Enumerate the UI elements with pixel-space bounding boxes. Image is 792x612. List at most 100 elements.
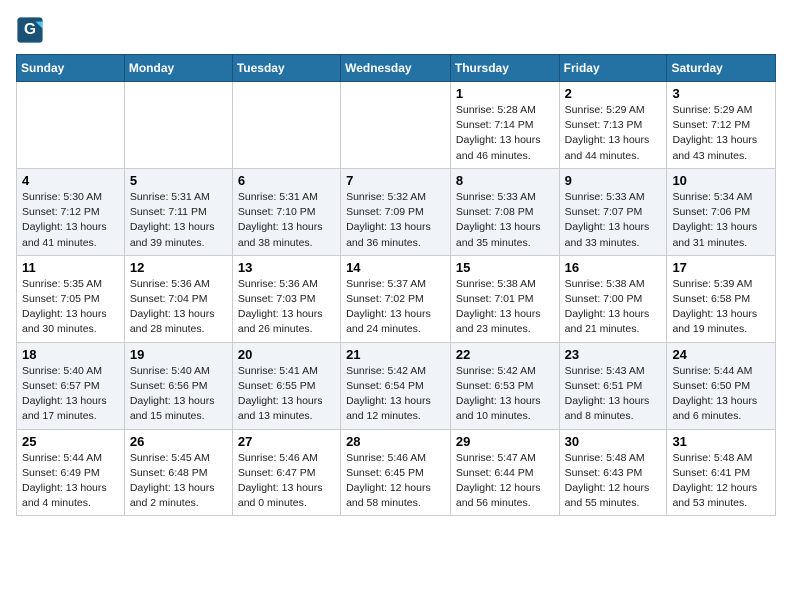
day-number: 11 — [22, 260, 119, 275]
day-detail: Sunrise: 5:31 AM Sunset: 7:11 PM Dayligh… — [130, 190, 227, 251]
day-detail: Sunrise: 5:47 AM Sunset: 6:44 PM Dayligh… — [456, 451, 554, 512]
day-cell-23: 23Sunrise: 5:43 AM Sunset: 6:51 PM Dayli… — [559, 342, 667, 429]
day-detail: Sunrise: 5:32 AM Sunset: 7:09 PM Dayligh… — [346, 190, 445, 251]
day-detail: Sunrise: 5:39 AM Sunset: 6:58 PM Dayligh… — [672, 277, 770, 338]
week-row-3: 11 Sunrise: 5:35 AM Sunset: 7:05 PM Dayli… — [17, 255, 776, 342]
week-row-4: 18Sunrise: 5:40 AM Sunset: 6:57 PM Dayli… — [17, 342, 776, 429]
week-row-1: 1Sunrise: 5:28 AM Sunset: 7:14 PM Daylig… — [17, 82, 776, 169]
day-detail: Sunrise: 5:29 AM Sunset: 7:12 PM Dayligh… — [672, 103, 770, 164]
day-number: 18 — [22, 347, 119, 362]
weekday-header-wednesday: Wednesday — [341, 55, 451, 82]
day-number: 13 — [238, 260, 335, 275]
week-row-5: 25 Sunrise: 5:44 AM Sunset: 6:49 PM Dayli… — [17, 429, 776, 516]
day-cell-11: 11 Sunrise: 5:35 AM Sunset: 7:05 PM Dayli… — [17, 255, 125, 342]
day-detail: Sunrise: 5:48 AM Sunset: 6:43 PM Dayligh… — [565, 451, 662, 512]
day-cell-9: 9 Sunrise: 5:33 AM Sunset: 7:07 PM Daylig… — [559, 168, 667, 255]
day-number: 27 — [238, 434, 335, 449]
day-number: 17 — [672, 260, 770, 275]
day-cell-14: 14 Sunrise: 5:37 AM Sunset: 7:02 PM Dayli… — [341, 255, 451, 342]
day-number: 4 — [22, 173, 119, 188]
day-cell-7: 7 Sunrise: 5:32 AM Sunset: 7:09 PM Daylig… — [341, 168, 451, 255]
week-row-2: 4 Sunrise: 5:30 AM Sunset: 7:12 PM Daylig… — [17, 168, 776, 255]
day-cell-13: 13 Sunrise: 5:36 AM Sunset: 7:03 PM Dayli… — [232, 255, 340, 342]
day-cell-16: 16 Sunrise: 5:38 AM Sunset: 7:00 PM Dayli… — [559, 255, 667, 342]
day-detail: Sunrise: 5:38 AM Sunset: 7:01 PM Dayligh… — [456, 277, 554, 338]
day-cell-1: 1Sunrise: 5:28 AM Sunset: 7:14 PM Daylig… — [450, 82, 559, 169]
weekday-header-sunday: Sunday — [17, 55, 125, 82]
day-detail: Sunrise: 5:31 AM Sunset: 7:10 PM Dayligh… — [238, 190, 335, 251]
day-detail: Sunrise: 5:38 AM Sunset: 7:00 PM Dayligh… — [565, 277, 662, 338]
day-cell-12: 12Sunrise: 5:36 AM Sunset: 7:04 PM Dayli… — [124, 255, 232, 342]
day-cell-29: 29 Sunrise: 5:47 AM Sunset: 6:44 PM Dayli… — [450, 429, 559, 516]
day-detail: Sunrise: 5:34 AM Sunset: 7:06 PM Dayligh… — [672, 190, 770, 251]
empty-cell — [17, 82, 125, 169]
day-number: 6 — [238, 173, 335, 188]
day-number: 8 — [456, 173, 554, 188]
day-detail: Sunrise: 5:36 AM Sunset: 7:03 PM Dayligh… — [238, 277, 335, 338]
day-number: 3 — [672, 86, 770, 101]
day-number: 16 — [565, 260, 662, 275]
day-cell-20: 20 Sunrise: 5:41 AM Sunset: 6:55 PM Dayli… — [232, 342, 340, 429]
day-detail: Sunrise: 5:44 AM Sunset: 6:49 PM Dayligh… — [22, 451, 119, 512]
day-number: 5 — [130, 173, 227, 188]
day-detail: Sunrise: 5:46 AM Sunset: 6:45 PM Dayligh… — [346, 451, 445, 512]
day-cell-27: 27Sunrise: 5:46 AM Sunset: 6:47 PM Dayli… — [232, 429, 340, 516]
day-cell-17: 17 Sunrise: 5:39 AM Sunset: 6:58 PM Dayli… — [667, 255, 776, 342]
weekday-header-thursday: Thursday — [450, 55, 559, 82]
day-cell-26: 26 Sunrise: 5:45 AM Sunset: 6:48 PM Dayli… — [124, 429, 232, 516]
empty-cell — [232, 82, 340, 169]
day-cell-28: 28 Sunrise: 5:46 AM Sunset: 6:45 PM Dayli… — [341, 429, 451, 516]
day-cell-10: 10 Sunrise: 5:34 AM Sunset: 7:06 PM Dayli… — [667, 168, 776, 255]
day-cell-25: 25 Sunrise: 5:44 AM Sunset: 6:49 PM Dayli… — [17, 429, 125, 516]
day-cell-15: 15Sunrise: 5:38 AM Sunset: 7:01 PM Dayli… — [450, 255, 559, 342]
day-cell-22: 22 Sunrise: 5:42 AM Sunset: 6:53 PM Dayli… — [450, 342, 559, 429]
day-cell-8: 8 Sunrise: 5:33 AM Sunset: 7:08 PM Daylig… — [450, 168, 559, 255]
day-number: 26 — [130, 434, 227, 449]
day-number: 22 — [456, 347, 554, 362]
weekday-header-saturday: Saturday — [667, 55, 776, 82]
day-number: 10 — [672, 173, 770, 188]
day-detail: Sunrise: 5:30 AM Sunset: 7:12 PM Dayligh… — [22, 190, 119, 251]
day-cell-4: 4 Sunrise: 5:30 AM Sunset: 7:12 PM Daylig… — [17, 168, 125, 255]
calendar-header: SundayMondayTuesdayWednesdayThursdayFrid… — [17, 55, 776, 82]
day-detail: Sunrise: 5:29 AM Sunset: 7:13 PM Dayligh… — [565, 103, 662, 164]
day-number: 19 — [130, 347, 227, 362]
day-detail: Sunrise: 5:41 AM Sunset: 6:55 PM Dayligh… — [238, 364, 335, 425]
day-cell-5: 5 Sunrise: 5:31 AM Sunset: 7:11 PM Daylig… — [124, 168, 232, 255]
day-detail: Sunrise: 5:42 AM Sunset: 6:54 PM Dayligh… — [346, 364, 445, 425]
day-number: 14 — [346, 260, 445, 275]
day-number: 31 — [672, 434, 770, 449]
day-detail: Sunrise: 5:35 AM Sunset: 7:05 PM Dayligh… — [22, 277, 119, 338]
day-detail: Sunrise: 5:36 AM Sunset: 7:04 PM Dayligh… — [130, 277, 227, 338]
day-number: 9 — [565, 173, 662, 188]
day-number: 20 — [238, 347, 335, 362]
empty-cell — [341, 82, 451, 169]
weekday-header-monday: Monday — [124, 55, 232, 82]
calendar-table: SundayMondayTuesdayWednesdayThursdayFrid… — [16, 54, 776, 516]
day-cell-18: 18Sunrise: 5:40 AM Sunset: 6:57 PM Dayli… — [17, 342, 125, 429]
day-detail: Sunrise: 5:37 AM Sunset: 7:02 PM Dayligh… — [346, 277, 445, 338]
day-number: 29 — [456, 434, 554, 449]
day-number: 1 — [456, 86, 554, 101]
day-detail: Sunrise: 5:45 AM Sunset: 6:48 PM Dayligh… — [130, 451, 227, 512]
day-detail: Sunrise: 5:33 AM Sunset: 7:07 PM Dayligh… — [565, 190, 662, 251]
day-cell-30: 30 Sunrise: 5:48 AM Sunset: 6:43 PM Dayli… — [559, 429, 667, 516]
day-detail: Sunrise: 5:48 AM Sunset: 6:41 PM Dayligh… — [672, 451, 770, 512]
day-cell-3: 3 Sunrise: 5:29 AM Sunset: 7:12 PM Daylig… — [667, 82, 776, 169]
svg-text:G: G — [24, 21, 36, 38]
day-number: 25 — [22, 434, 119, 449]
weekday-header-tuesday: Tuesday — [232, 55, 340, 82]
day-number: 2 — [565, 86, 662, 101]
day-detail: Sunrise: 5:43 AM Sunset: 6:51 PM Dayligh… — [565, 364, 662, 425]
day-detail: Sunrise: 5:40 AM Sunset: 6:56 PM Dayligh… — [130, 364, 227, 425]
empty-cell — [124, 82, 232, 169]
day-number: 28 — [346, 434, 445, 449]
day-detail: Sunrise: 5:33 AM Sunset: 7:08 PM Dayligh… — [456, 190, 554, 251]
day-detail: Sunrise: 5:42 AM Sunset: 6:53 PM Dayligh… — [456, 364, 554, 425]
day-number: 7 — [346, 173, 445, 188]
day-number: 30 — [565, 434, 662, 449]
day-cell-31: 31 Sunrise: 5:48 AM Sunset: 6:41 PM Dayli… — [667, 429, 776, 516]
day-number: 21 — [346, 347, 445, 362]
day-cell-2: 2 Sunrise: 5:29 AM Sunset: 7:13 PM Daylig… — [559, 82, 667, 169]
day-cell-21: 21 Sunrise: 5:42 AM Sunset: 6:54 PM Dayli… — [341, 342, 451, 429]
